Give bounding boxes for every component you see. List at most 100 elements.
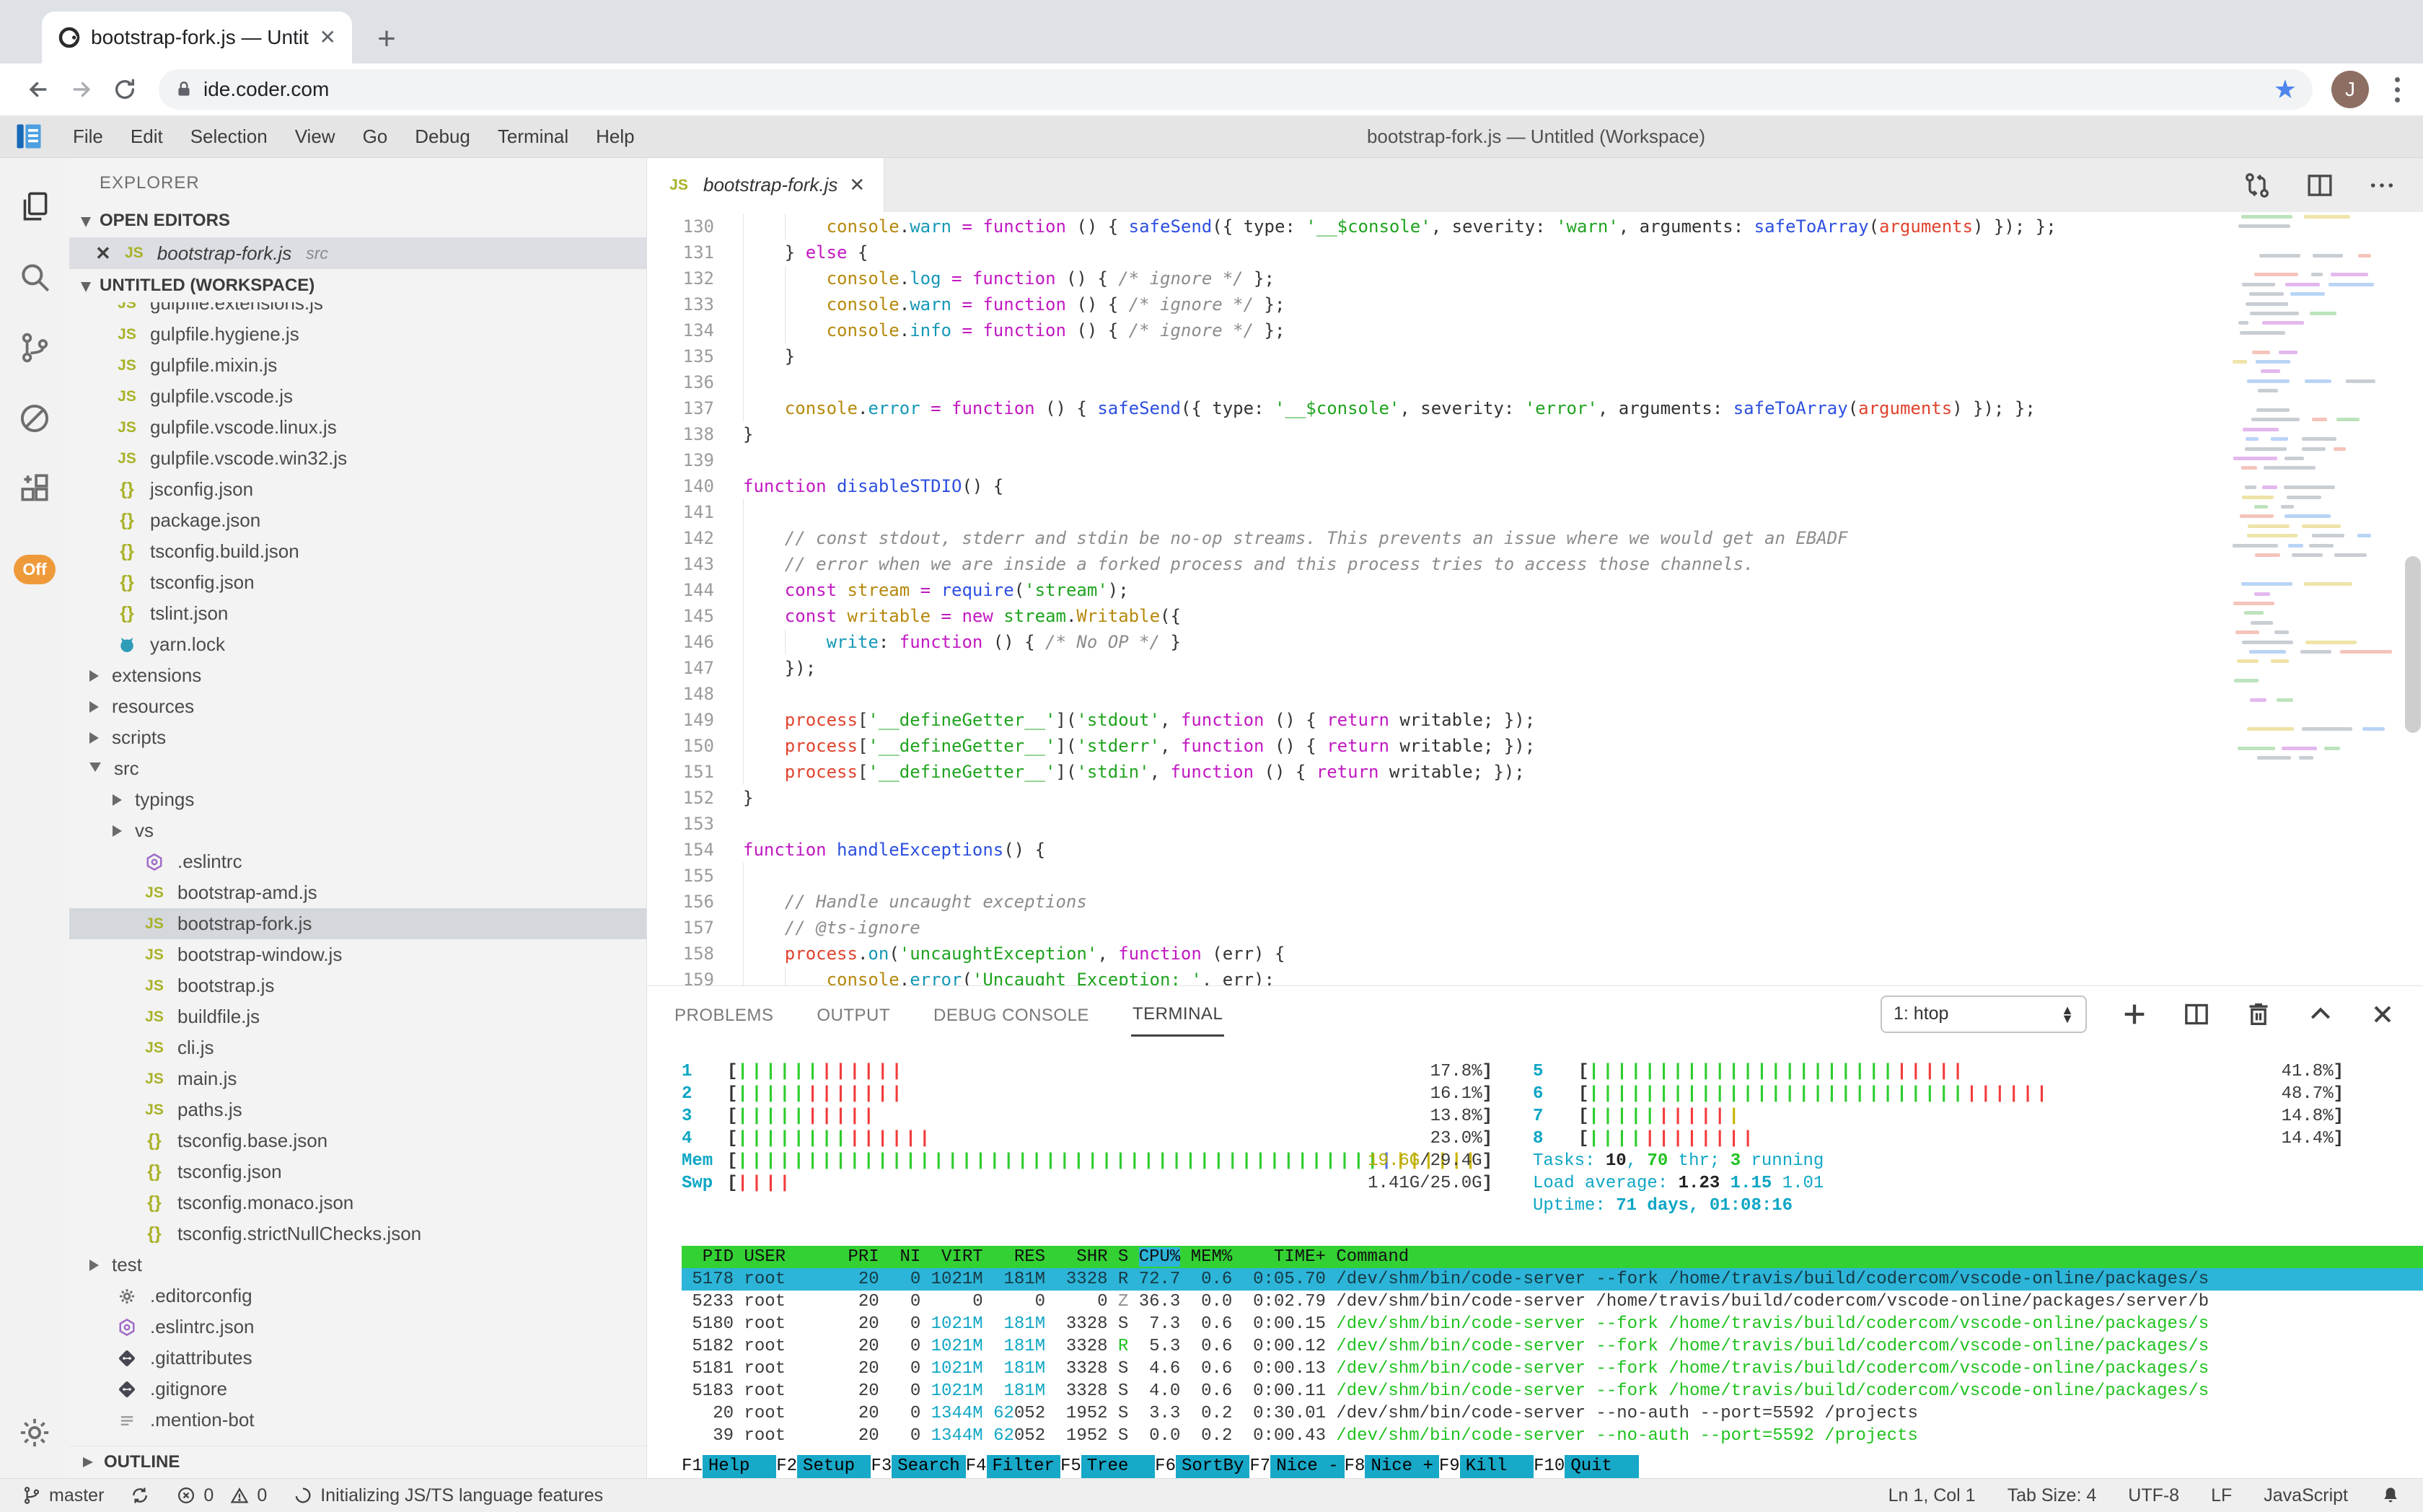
open-editor-item[interactable]: ✕ JS bootstrap-fork.js src (69, 237, 646, 269)
close-panel-icon[interactable] (2368, 1000, 2397, 1029)
htop-table-header[interactable]: PID USER PRI NI VIRT RES SHR S CPU% MEM%… (682, 1246, 2423, 1268)
reload-icon[interactable] (105, 70, 144, 109)
editor-tab-close-icon[interactable]: ✕ (849, 174, 865, 196)
fnkey-label-F1[interactable]: Help (703, 1455, 776, 1478)
debug-disabled-icon[interactable] (0, 383, 69, 454)
tab-terminal[interactable]: TERMINAL (1131, 991, 1224, 1037)
forward-icon[interactable] (62, 70, 101, 109)
tree-item-tsconfig.base.json[interactable]: {}tsconfig.base.json (69, 1125, 646, 1156)
fnkey-F9[interactable]: F9 (1439, 1455, 1460, 1478)
process-row[interactable]: 5180 root 20 0 1021M 181M 3328 S 7.3 0.6… (682, 1313, 2423, 1335)
tree-item-bootstrap.js[interactable]: JSbootstrap.js (69, 970, 646, 1001)
process-row[interactable]: 5182 root 20 0 1021M 181M 3328 R 5.3 0.6… (682, 1335, 2423, 1358)
fnkey-label-F9[interactable]: Kill (1460, 1455, 1534, 1478)
tree-item-scripts[interactable]: scripts (69, 722, 646, 753)
tree-item-gulpfile.vscode.linux.js[interactable]: JSgulpfile.vscode.linux.js (69, 412, 646, 443)
bookmark-star-icon[interactable]: ★ (2274, 76, 2297, 102)
fnkey-F7[interactable]: F7 (1249, 1455, 1270, 1478)
section-workspace[interactable]: UNTITLED (WORKSPACE) (69, 269, 646, 302)
tree-item-gulpfile.mixin.js[interactable]: JSgulpfile.mixin.js (69, 350, 646, 381)
status-badge[interactable]: Off (14, 555, 55, 584)
url-bar[interactable]: ide.coder.com ★ (159, 69, 2313, 110)
menu-edit[interactable]: Edit (117, 115, 177, 157)
eol-sequence[interactable]: LF (2211, 1485, 2232, 1506)
menu-file[interactable]: File (59, 115, 117, 157)
tree-item-tsconfig.build.json[interactable]: {}tsconfig.build.json (69, 536, 646, 567)
cursor-position[interactable]: Ln 1, Col 1 (1888, 1485, 1976, 1506)
editor-scrollbar[interactable] (2405, 556, 2421, 733)
fnkey-label-F7[interactable]: Nice - (1270, 1455, 1344, 1478)
gear-icon[interactable] (0, 1397, 69, 1468)
menu-go[interactable]: Go (349, 115, 402, 157)
tree-item-resources[interactable]: resources (69, 691, 646, 722)
problems-item[interactable]: 0 0 (176, 1485, 267, 1506)
fnkey-label-F8[interactable]: Nice + (1365, 1455, 1438, 1478)
menu-help[interactable]: Help (582, 115, 648, 157)
tree-item-tsconfig.json[interactable]: {}tsconfig.json (69, 1156, 646, 1187)
git-branch-item[interactable]: master (22, 1485, 104, 1506)
fnkey-label-F5[interactable]: Tree (1081, 1455, 1155, 1478)
tree-item-jsconfig.json[interactable]: {}jsconfig.json (69, 474, 646, 505)
browser-tab[interactable]: bootstrap-fork.js — Untitled (W ✕ (42, 12, 352, 63)
tree-item-.editorconfig[interactable]: .editorconfig (69, 1280, 646, 1311)
fnkey-F6[interactable]: F6 (1155, 1455, 1176, 1478)
language-mode[interactable]: JavaScript (2264, 1485, 2348, 1506)
tree-item-tsconfig.json[interactable]: {}tsconfig.json (69, 567, 646, 598)
bell-icon[interactable] (2380, 1485, 2401, 1506)
search-icon[interactable] (0, 242, 69, 312)
process-row[interactable]: 5181 root 20 0 1021M 181M 3328 S 4.6 0.6… (682, 1358, 2423, 1380)
menu-view[interactable]: View (281, 115, 349, 157)
sync-icon[interactable] (130, 1485, 150, 1506)
tree-item-gulpfile.vscode.win32.js[interactable]: JSgulpfile.vscode.win32.js (69, 443, 646, 474)
new-tab-button[interactable]: + (365, 17, 408, 61)
terminal[interactable]: 1[||||||||||||17.8%]2[||||||||||||16.1%]… (647, 1042, 2423, 1478)
section-open-editors[interactable]: OPEN EDITORS (69, 204, 646, 237)
code-editor[interactable]: 130 console.warn = function () { safeSen… (647, 212, 2423, 985)
fnkey-F4[interactable]: F4 (966, 1455, 987, 1478)
tab-problems[interactable]: PROBLEMS (673, 993, 775, 1036)
open-changes-icon[interactable] (2241, 170, 2273, 201)
menu-debug[interactable]: Debug (401, 115, 484, 157)
editor-tab-active[interactable]: JS bootstrap-fork.js ✕ (647, 158, 884, 212)
fnkey-label-F10[interactable]: Quit (1565, 1455, 1638, 1478)
menu-terminal[interactable]: Terminal (484, 115, 582, 157)
tree-item-.eslintrc[interactable]: .eslintrc (69, 846, 646, 877)
split-terminal-icon[interactable] (2182, 1000, 2211, 1029)
fnkey-label-F4[interactable]: Filter (987, 1455, 1060, 1478)
maximize-panel-icon[interactable] (2306, 1000, 2335, 1029)
close-icon[interactable]: ✕ (95, 242, 111, 265)
indentation[interactable]: Tab Size: 4 (2008, 1485, 2097, 1506)
tree-item-gulpfile.vscode.js[interactable]: JSgulpfile.vscode.js (69, 381, 646, 412)
tree-item-vs[interactable]: vs (69, 815, 646, 846)
explorer-icon[interactable] (0, 171, 69, 242)
extensions-icon[interactable] (0, 454, 69, 524)
tree-item-paths.js[interactable]: JSpaths.js (69, 1094, 646, 1125)
kill-terminal-icon[interactable] (2244, 1000, 2273, 1029)
tree-item-cli.js[interactable]: JScli.js (69, 1032, 646, 1063)
fnkey-F5[interactable]: F5 (1060, 1455, 1081, 1478)
tree-item-.mention-bot[interactable]: .mention-bot (69, 1405, 646, 1436)
fnkey-F8[interactable]: F8 (1345, 1455, 1366, 1478)
tree-item-tslint.json[interactable]: {}tslint.json (69, 598, 646, 629)
tree-item-bootstrap-amd.js[interactable]: JSbootstrap-amd.js (69, 877, 646, 908)
tab-debug-console[interactable]: DEBUG CONSOLE (932, 993, 1091, 1036)
tree-item-src[interactable]: src (69, 753, 646, 784)
tab-close-icon[interactable]: ✕ (320, 27, 336, 48)
tree-item-yarn.lock[interactable]: yarn.lock (69, 629, 646, 660)
tree-item-tsconfig.strictNullChecks.json[interactable]: {}tsconfig.strictNullChecks.json (69, 1218, 646, 1249)
browser-menu-icon[interactable] (2391, 73, 2404, 107)
process-row[interactable]: 5178 root 20 0 1021M 181M 3328 R 72.7 0.… (682, 1268, 2423, 1291)
new-terminal-icon[interactable] (2120, 1000, 2149, 1029)
tree-item-buildfile.js[interactable]: JSbuildfile.js (69, 1001, 646, 1032)
encoding[interactable]: UTF-8 (2128, 1485, 2179, 1506)
tree-item-.gitattributes[interactable]: .gitattributes (69, 1342, 646, 1373)
tree-item-main.js[interactable]: JSmain.js (69, 1063, 646, 1094)
process-row[interactable]: 5233 root 20 0 0 0 0 Z 36.3 0.0 0:02.79 … (682, 1291, 2423, 1313)
fnkey-label-F3[interactable]: Search (892, 1455, 965, 1478)
tree-item-gulpfile.hygiene.js[interactable]: JSgulpfile.hygiene.js (69, 319, 646, 350)
tab-output[interactable]: OUTPUT (815, 993, 892, 1036)
split-editor-icon[interactable] (2305, 170, 2335, 201)
more-actions-icon[interactable] (2367, 170, 2397, 201)
tree-item-test[interactable]: test (69, 1249, 646, 1280)
language-status-item[interactable]: Initializing JS/TS language features (293, 1485, 603, 1506)
